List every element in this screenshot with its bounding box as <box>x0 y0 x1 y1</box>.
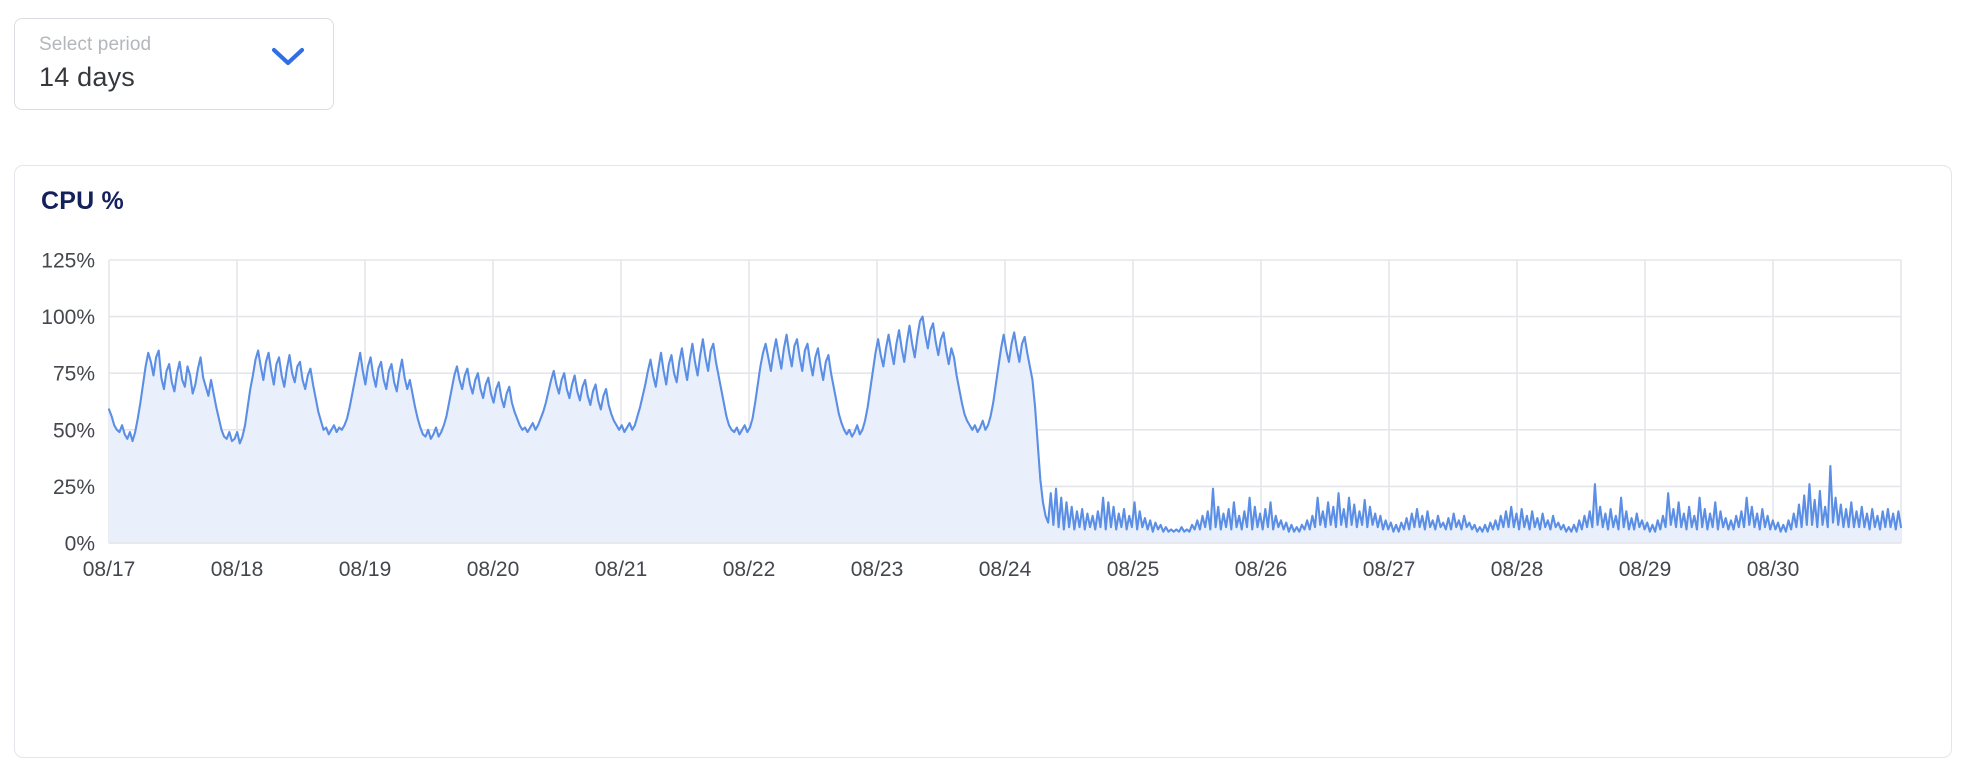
x-axis-tick-label: 08/25 <box>1107 558 1160 581</box>
x-axis-tick-label: 08/18 <box>211 558 264 581</box>
y-axis-tick-label: 125% <box>41 250 95 273</box>
x-axis-tick-label: 08/17 <box>83 558 136 581</box>
cpu-chart-card: CPU % 0% 25% 50% 75% 100% 125% 08/17 08/18 08/19… <box>14 165 1952 758</box>
x-axis-tick-label: 08/19 <box>339 558 392 581</box>
x-axis-tick-label: 08/23 <box>851 558 904 581</box>
x-axis-tick-label: 08/21 <box>595 558 648 581</box>
x-axis-tick-label: 08/27 <box>1363 558 1416 581</box>
cpu-area-chart[interactable]: 0% 25% 50% 75% 100% 125% 08/17 08/18 08/19 08/20 0… <box>15 166 1953 757</box>
y-axis-tick-label: 100% <box>41 306 95 329</box>
period-select-texts: Select period 14 days <box>39 32 151 95</box>
x-axis-tick-label: 08/20 <box>467 558 520 581</box>
period-select-label: Select period <box>39 34 152 55</box>
x-axis-tick-label: 08/29 <box>1619 558 1672 581</box>
y-axis-tick-label: 0% <box>65 533 95 556</box>
x-axis-tick-label: 08/26 <box>1235 558 1288 581</box>
x-axis-tick-label: 08/30 <box>1747 558 1800 581</box>
period-select[interactable]: Select period 14 days <box>14 18 334 110</box>
chevron-down-icon[interactable] <box>271 46 305 73</box>
x-axis-tick-label: 08/24 <box>979 558 1032 581</box>
y-axis-tick-label: 25% <box>53 476 95 499</box>
chart-plot-area[interactable]: 0% 25% 50% 75% 100% 125% 08/17 08/18 08/19 08/20 0… <box>15 166 1953 757</box>
x-axis-tick-label: 08/28 <box>1491 558 1544 581</box>
period-select-value: 14 days <box>39 62 135 92</box>
y-axis-tick-label: 75% <box>53 363 95 386</box>
y-axis-tick-label: 50% <box>53 419 95 442</box>
x-axis-tick-label: 08/22 <box>723 558 776 581</box>
